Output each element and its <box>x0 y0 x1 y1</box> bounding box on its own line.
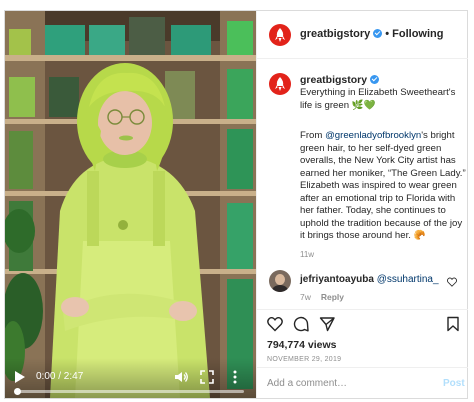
reply-button[interactable]: Reply <box>321 292 344 302</box>
video-frame <box>5 11 256 398</box>
send-icon[interactable] <box>319 316 335 332</box>
caption-mention-link[interactable]: @greenladyofbrooklyn <box>325 130 421 141</box>
verified-badge-icon <box>373 29 383 38</box>
bookmark-icon[interactable] <box>445 316 461 332</box>
caption: greatbigstory Everything in Elizabeth Sw… <box>257 60 468 268</box>
commenter-avatar[interactable] <box>269 270 291 292</box>
add-comment-bar: Post <box>257 367 468 398</box>
avatar[interactable] <box>269 73 291 95</box>
header-username-row: greatbigstory • Following <box>300 28 443 40</box>
view-count[interactable]: 794,774 views <box>267 339 336 351</box>
commenter-username[interactable]: jefriyantoayuba <box>300 274 374 285</box>
post-side-panel: greatbigstory • Following greatbigstory Ev… <box>256 11 468 398</box>
video-time: 0:00 / 2:47 <box>36 371 84 382</box>
post-date[interactable]: NOVEMBER 29, 2019 <box>267 356 341 363</box>
play-icon[interactable] <box>15 371 25 383</box>
comment-input[interactable] <box>267 375 417 391</box>
comment-heart-icon[interactable] <box>447 277 457 287</box>
instagram-post: 0:00 / 2:47 greatbigstory • Following gr… <box>4 10 468 399</box>
caption-username[interactable]: greatbigstory <box>300 74 367 86</box>
header-username[interactable]: greatbigstory <box>300 28 370 40</box>
caption-timestamp[interactable]: 11w <box>300 250 314 259</box>
caption-username-row: greatbigstory <box>300 74 380 86</box>
caption-headline: Everything in Elizabeth Sweetheart's lif… <box>300 87 456 111</box>
volume-icon[interactable] <box>173 369 189 385</box>
rocket-icon <box>275 28 285 42</box>
comment-text: jefriyantoayuba @ssuhartina_ <box>300 274 439 285</box>
post-comment-button[interactable]: Post <box>443 378 465 389</box>
avatar[interactable] <box>269 24 291 46</box>
action-bar <box>257 309 468 335</box>
separator-dot: • <box>385 28 390 40</box>
comment-meta: 7w Reply <box>300 292 354 302</box>
video-player[interactable]: 0:00 / 2:47 <box>5 11 256 398</box>
comment-item: jefriyantoayuba @ssuhartina_ 7w Reply <box>257 268 468 312</box>
verified-badge-icon <box>370 75 380 84</box>
fullscreen-icon[interactable] <box>199 369 215 385</box>
caption-body-prefix: From <box>300 130 326 141</box>
video-progress-bar[interactable] <box>14 388 244 395</box>
post-header: greatbigstory • Following <box>257 11 468 59</box>
heart-icon[interactable] <box>267 316 283 332</box>
comment-timestamp[interactable]: 7w <box>300 292 311 302</box>
caption-body-text: 's bright green hair, to her self-dyed g… <box>300 130 466 241</box>
following-button[interactable]: Following <box>392 28 443 40</box>
video-controls: 0:00 / 2:47 <box>5 358 256 398</box>
caption-body: From @greenladyofbrooklyn's bright green… <box>300 130 466 243</box>
comment-mention-link[interactable]: @ssuhartina_ <box>377 274 439 285</box>
more-icon[interactable] <box>227 369 243 385</box>
video-progress-handle[interactable] <box>14 388 21 395</box>
comment-icon[interactable] <box>293 316 309 332</box>
rocket-icon <box>275 77 285 91</box>
